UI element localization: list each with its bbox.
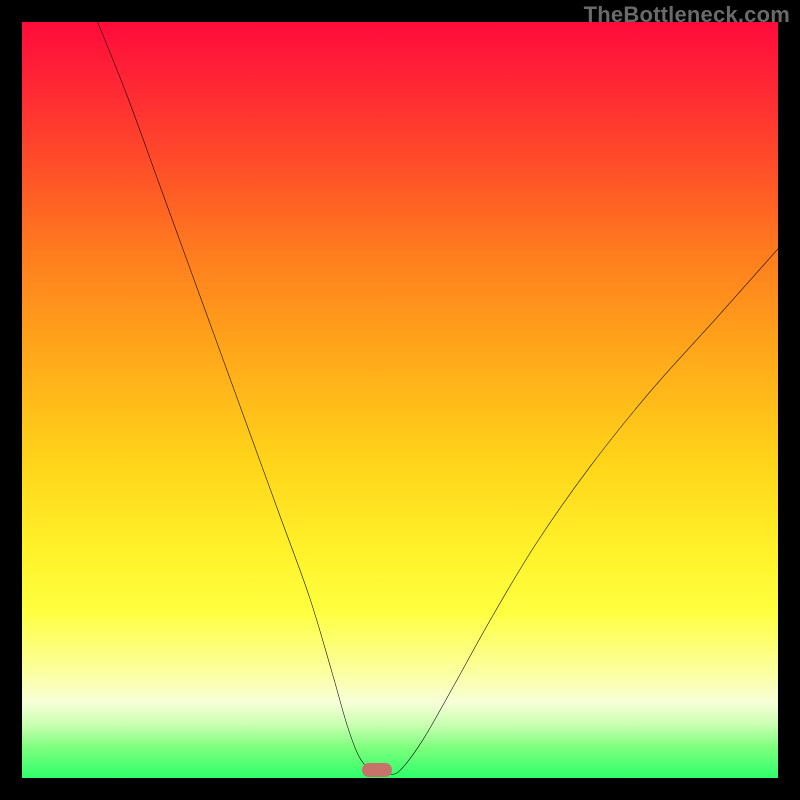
curve-svg <box>22 22 778 778</box>
chart-frame: TheBottleneck.com <box>0 0 800 800</box>
bottleneck-curve <box>98 22 778 775</box>
plot-area <box>22 22 778 778</box>
watermark-text: TheBottleneck.com <box>584 2 790 28</box>
optimum-marker <box>362 763 392 777</box>
